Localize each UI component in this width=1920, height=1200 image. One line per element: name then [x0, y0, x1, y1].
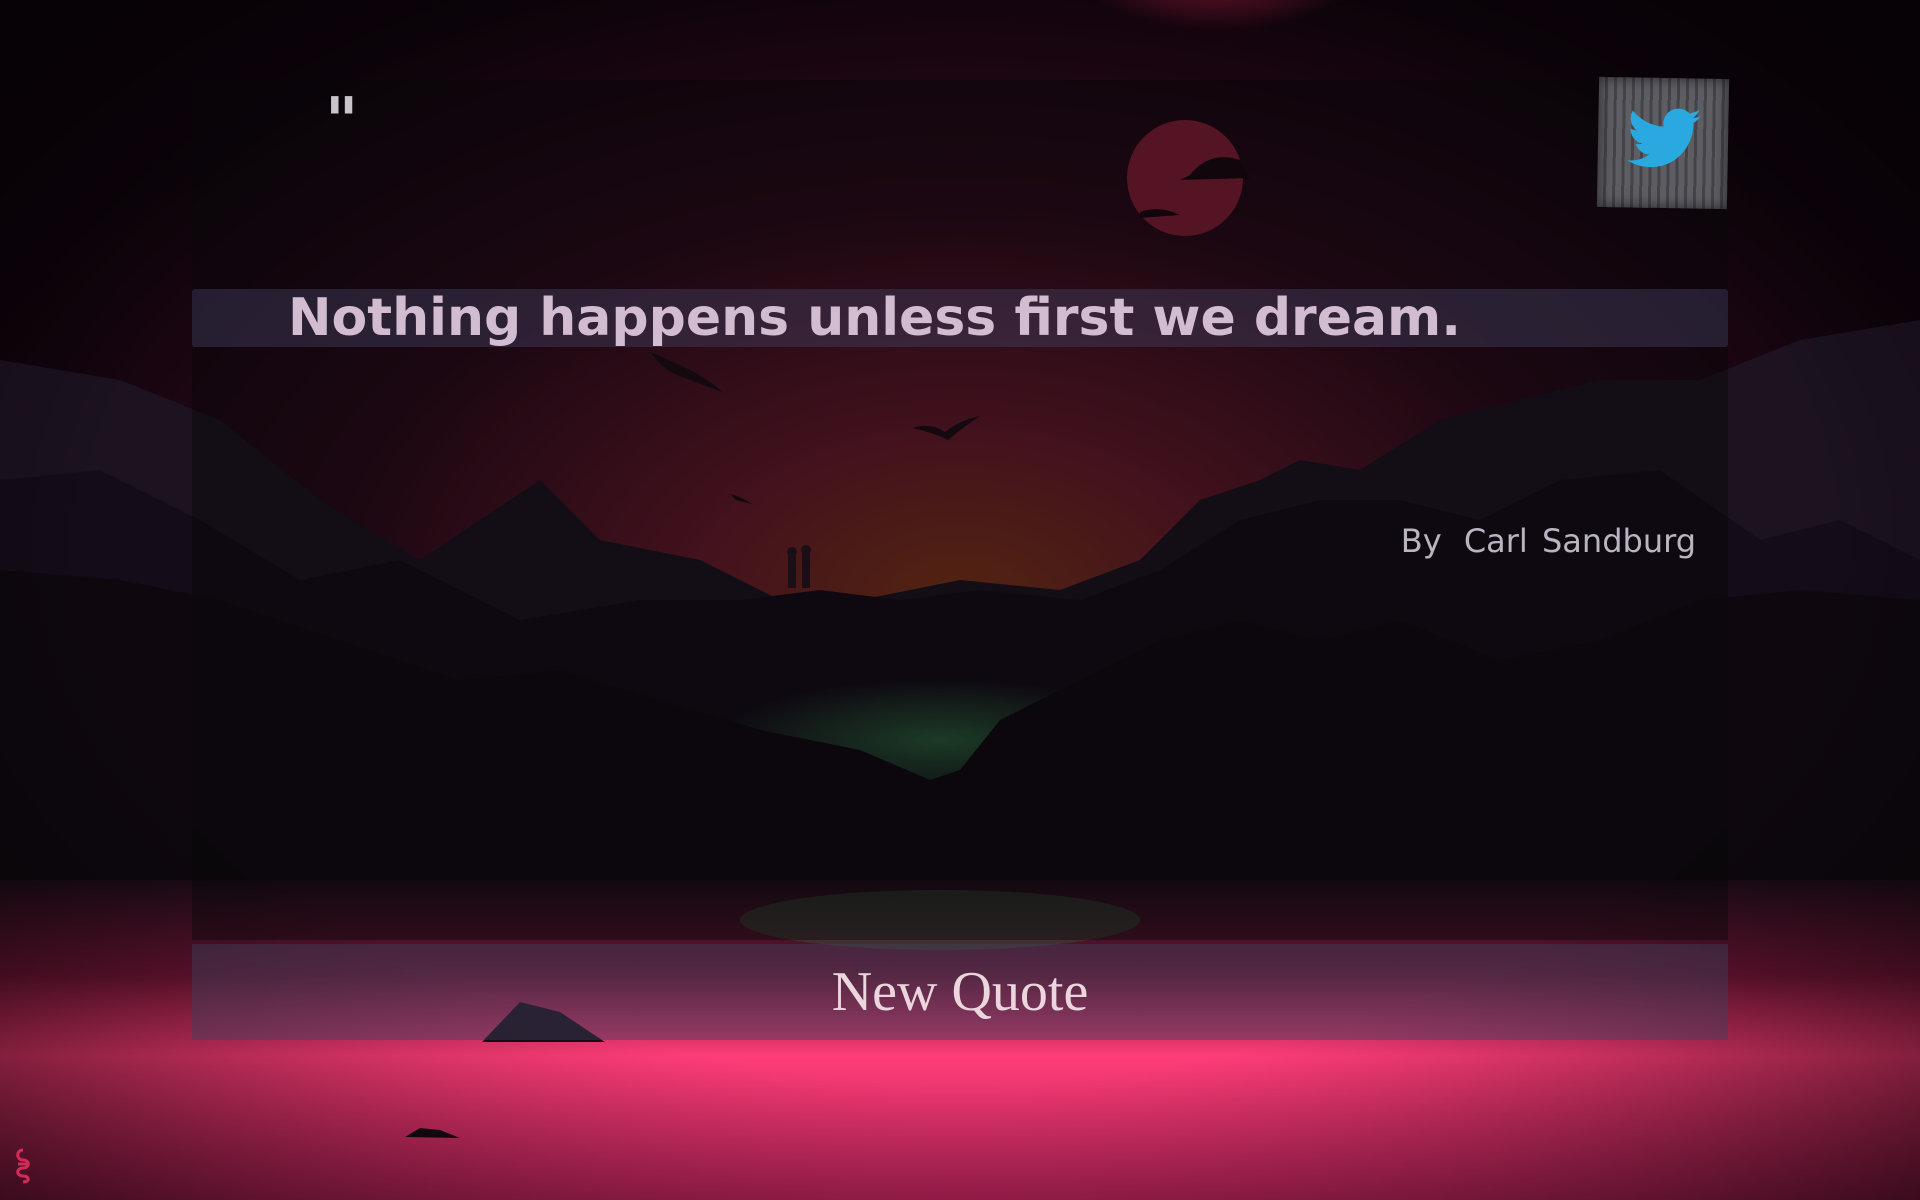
quote-text: Nothing happens unless first we dream. [288, 288, 1461, 348]
quote-author: By Carl Sandburg [1393, 522, 1696, 560]
tweet-quote-button[interactable] [1596, 76, 1730, 210]
quote-card [192, 80, 1728, 940]
quote-mark-icon: " [325, 85, 358, 159]
link-chain-icon[interactable] [12, 1146, 34, 1186]
author-name: Carl Sandburg [1463, 522, 1696, 560]
new-quote-button[interactable]: New Quote [192, 944, 1728, 1040]
quote-machine-page: " Nothing happens unless first we dream.… [0, 0, 1920, 1200]
twitter-bird-icon [1627, 108, 1702, 168]
author-prefix: By [1400, 522, 1442, 560]
new-quote-label: New Quote [831, 961, 1089, 1023]
